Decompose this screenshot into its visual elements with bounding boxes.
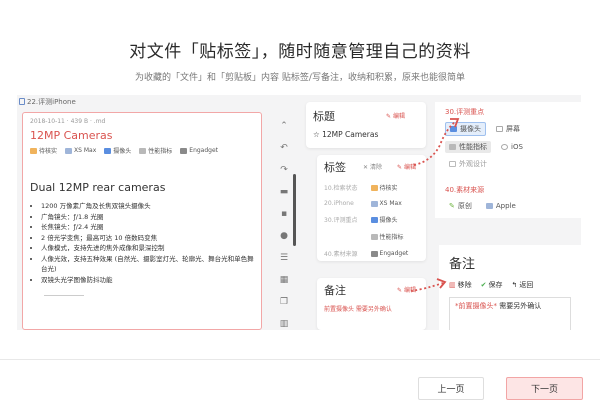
tag-row: 10.检索状态 待核实 [324, 184, 398, 192]
list-item: 2 倍光学变焦；最高可达 10 倍数码变焦 [41, 233, 254, 244]
tag-row: 40.素材来源 Engadget [324, 250, 409, 258]
tag-color-icon [370, 200, 378, 207]
redo-icon[interactable]: ↷ [278, 164, 290, 176]
back-icon: ↰ [511, 281, 518, 289]
note-textarea[interactable]: *前置摄像头* 需要另外确认 [449, 297, 571, 330]
next-page-button[interactable]: 下一页 [506, 377, 583, 400]
document-preview: 2018-10-11 · 439 B · .md 12MP Cameras 待核… [22, 112, 262, 330]
vertical-toolbar: ⌃ ↶ ↷ ▬ ▪ ● ☰ ▦ ❐ ▥ [274, 112, 296, 330]
tag-row: 30.评测重点 摄像头 [324, 216, 398, 224]
doc-tag: 性能指标 [139, 146, 172, 155]
tag-color-icon [370, 216, 378, 223]
tag-color-icon [104, 147, 112, 154]
screen-icon [496, 126, 503, 132]
tag-color-icon [370, 184, 378, 191]
source-label: 22.评测iPhone [19, 97, 76, 107]
tag-color-icon [30, 147, 37, 154]
tag-group-title: 30.评测重点 [445, 108, 485, 116]
tag-row: 20.iPhone XS Max [324, 200, 402, 207]
doc-heading: 12MP Cameras [30, 129, 113, 142]
tag-chip-row: 外观设计 [445, 158, 571, 170]
chart-icon[interactable]: ▦ [278, 274, 290, 286]
previous-page-button[interactable]: 上一页 [418, 377, 484, 400]
square-icon[interactable]: ▪ [278, 208, 290, 220]
tag-color-icon [370, 250, 378, 257]
undo-icon[interactable]: ↶ [278, 142, 290, 154]
tag-chip[interactable]: Apple [482, 201, 520, 211]
trash-icon[interactable]: ▥ [278, 318, 290, 330]
phone-icon [19, 98, 25, 105]
trash-icon: ▥ [449, 281, 456, 289]
doc-meta: 2018-10-11 · 439 B · .md [30, 118, 106, 125]
note-editor-actions: ▥ 移除 ✔ 保存 ↰ 返回 [449, 280, 571, 290]
tag-chip[interactable]: ✎ 原创 [445, 200, 476, 212]
check-icon: ✔ [480, 281, 487, 289]
tag-color-icon [139, 147, 147, 154]
doc-tag: 待核实 [30, 146, 57, 155]
clear-tags-button[interactable]: ✕ 清除 [363, 162, 382, 171]
doc-tag: Engadget [180, 146, 218, 155]
tag-color-icon [65, 147, 73, 154]
tag-chip-row: 性能指标 iOS [445, 141, 571, 153]
copy-icon[interactable]: ❐ [278, 296, 290, 308]
page-title: 对文件「贴标签」，随时随意管理自己的资料 [129, 42, 471, 62]
list-item: 人像模式，支持先进的焦外成像和景深控制 [41, 243, 254, 254]
arrow-to-note-editor-icon [410, 278, 447, 292]
remove-note-button[interactable]: ▥ 移除 [449, 280, 472, 290]
tag-row: 性能指标 [324, 232, 419, 241]
doc-subheading: Dual 12MP rear cameras [30, 181, 166, 194]
back-button[interactable]: ↰ 返回 [512, 280, 534, 290]
title-card: 标题 ✎ 编辑 ☆ 12MP Cameras [306, 102, 426, 148]
tag-group-title: 40.素材来源 [445, 186, 485, 194]
note-editor-panel: 备注 ▥ 移除 ✔ 保存 ↰ 返回 *前置摄像头* 需要另外确认 [439, 245, 581, 330]
tag-chip-row: ✎ 原创 Apple [445, 200, 571, 212]
save-note-button[interactable]: ✔ 保存 [481, 280, 503, 290]
tag-card: 标签 ✕ 清除 ✎ 编辑 10.检索状态 待核实 20.iPhone XS Max … [317, 155, 426, 261]
doc-tag-row: 待核实 XS Max 摄像头 性能指标 Engadget [30, 146, 254, 155]
onboarding-page: 对文件「贴标签」，随时随意管理自己的资料 为收藏的「文件」和「剪贴板」内容 贴标… [0, 0, 600, 415]
folder-icon[interactable]: ▬ [278, 186, 290, 198]
list-item: 双镜头光学图像防抖功能 [41, 275, 254, 286]
doc-divider [44, 295, 84, 296]
arrow-to-picker-icon [413, 118, 460, 166]
feature-illustration: 22.评测iPhone 2018-10-11 · 439 B · .md 12M… [17, 95, 581, 330]
list-icon[interactable]: ☰ [278, 252, 290, 264]
note-value: 前置摄像头 需要另外确认 [324, 306, 392, 313]
tag-chip[interactable]: iOS [497, 142, 527, 152]
list-item: 长焦镜头：ƒ/2.4 光圈 [41, 222, 254, 233]
list-item: 人像光效，支持五种效果 (自然光、摄影室灯光、轮廓光、舞台光和单色舞台光) [41, 254, 254, 275]
apple-icon [485, 203, 493, 209]
list-item: 1200 万像素广角及长焦双镜头摄像头 [41, 201, 254, 212]
doc-tag: XS Max [65, 146, 96, 155]
scrollbar[interactable] [293, 174, 296, 246]
doc-tag: 摄像头 [104, 146, 131, 155]
footer-divider [0, 359, 600, 360]
edit-title-button[interactable]: ✎ 编辑 [386, 111, 405, 120]
tag-color-icon [370, 233, 378, 240]
page-subtitle: 为收藏的「文件」和「剪贴板」内容 贴标签/写备注，收纳和积累，原来也能很简单 [135, 73, 465, 83]
tag-chip[interactable]: 屏幕 [492, 123, 524, 135]
list-item: 广角镜头：ƒ/1.8 光圈 [41, 212, 254, 223]
chevron-up-icon[interactable]: ⌃ [278, 120, 290, 132]
note-editor-title: 备注 [449, 257, 476, 272]
tag-chip-row: 摄像头 屏幕 [445, 122, 571, 136]
doc-bullet-list: 1200 万像素广角及长焦双镜头摄像头 广角镜头：ƒ/1.8 光圈 长焦镜头：ƒ… [30, 201, 254, 285]
tag-color-icon [180, 147, 188, 154]
pen-icon: ✎ [449, 202, 455, 210]
ios-icon [501, 144, 508, 150]
title-value: ☆ 12MP Cameras [313, 130, 379, 139]
camera-icon[interactable]: ● [278, 230, 290, 242]
